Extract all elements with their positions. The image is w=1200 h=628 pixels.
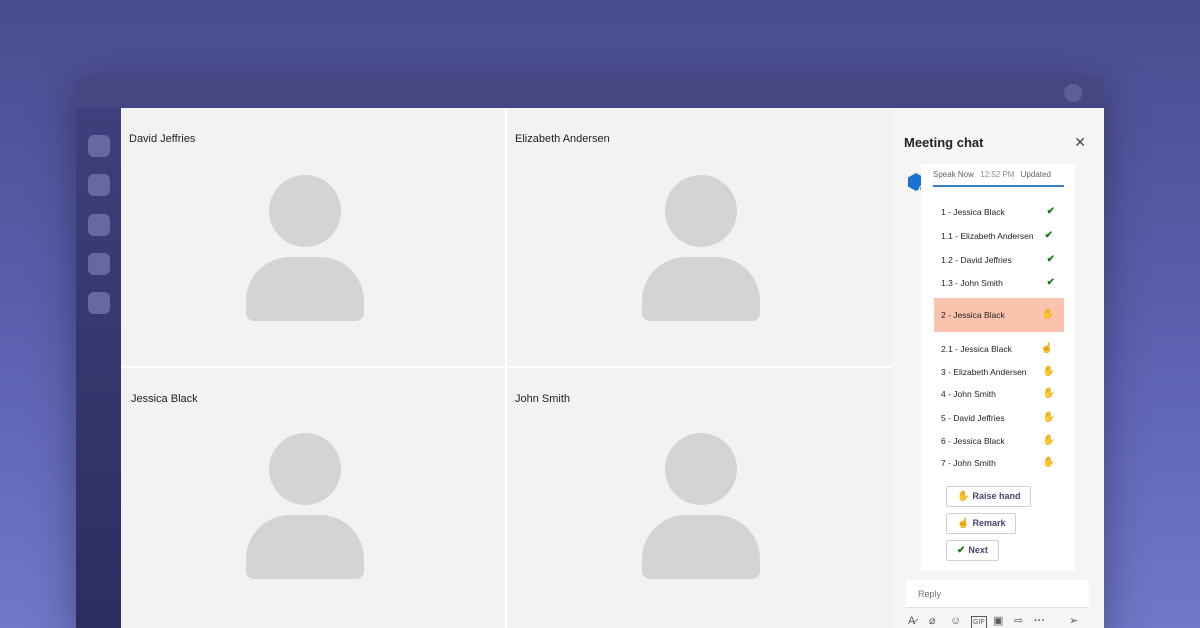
queue-item: 3 - Elizabeth Andersen ✋ (934, 361, 1065, 383)
avatar-placeholder-body (246, 515, 364, 579)
remark-button[interactable]: ☝ Remark (946, 513, 1017, 534)
participant-tile[interactable]: Elizabeth Andersen (507, 108, 891, 366)
card-header: Speak Now 12:52 PM Updated (933, 170, 1051, 179)
queue-item-label: 7 - John Smith (941, 458, 996, 468)
queue-item: 4 - John Smith ✋ (934, 383, 1065, 405)
compose-toolbar: A̷ ⌀ ☺ GIF ▣ ⇨ ··· ➢ (906, 609, 1089, 628)
avatar-placeholder-icon (665, 175, 737, 247)
rail-chat-icon[interactable] (88, 174, 110, 196)
raised-hand-icon: ✋ (1041, 309, 1054, 320)
participant-tile[interactable]: Jessica Black (121, 368, 505, 628)
chat-title: Meeting chat (904, 135, 984, 150)
rail-calls-icon[interactable] (88, 292, 110, 314)
raised-hand-icon: ✋ (957, 491, 970, 502)
raised-hand-icon: ✋ (1042, 457, 1055, 468)
attach-icon[interactable]: ⌀ (929, 615, 936, 627)
close-icon[interactable]: ✕ (1074, 135, 1086, 149)
pointing-hand-icon: ☝ (957, 518, 970, 529)
queue-item: 5 - David Jeffries ✋ (934, 407, 1065, 429)
rail-activity-icon[interactable] (88, 135, 110, 157)
queue-item-label: 3 - Elizabeth Andersen (941, 367, 1027, 377)
raise-hand-button[interactable]: ✋ Raise hand (946, 486, 1032, 507)
avatar-placeholder-icon (665, 433, 737, 505)
raised-hand-icon: ✋ (1042, 435, 1055, 446)
queue-item-label: 6 - Jessica Black (941, 436, 1005, 446)
checkmark-icon: ✔ (1046, 277, 1055, 288)
queue-item: 1 - Jessica Black ✔ (934, 201, 1065, 223)
queue-item-label: 1.3 - John Smith (941, 278, 1003, 288)
queue-item: 6 - Jessica Black ✋ (934, 430, 1065, 452)
title-bar (76, 78, 1104, 108)
reply-placeholder: Reply (918, 589, 942, 599)
format-icon[interactable]: A̷ (908, 615, 915, 627)
avatar-placeholder-icon (269, 175, 341, 247)
queue-item: 7 - John Smith ✋ (934, 452, 1065, 474)
pointing-hand-icon: ☝ (1040, 343, 1053, 354)
rail-teams-icon[interactable] (88, 214, 110, 236)
raised-hand-icon: ✋ (1042, 366, 1055, 377)
queue-item-label: 5 - David Jeffries (941, 413, 1005, 423)
checkmark-icon: ✔ (1046, 206, 1055, 217)
card-time: 12:52 PM (980, 170, 1015, 179)
more-icon[interactable]: ··· (1034, 615, 1045, 627)
checkmark-icon: ✔ (957, 545, 966, 556)
queue-item-label: 1 - Jessica Black (941, 207, 1005, 217)
speak-now-card: Speak Now 12:52 PM Updated 1 - Jessica B… (921, 164, 1075, 570)
card-status: Updated (1020, 170, 1051, 179)
remark-label: Remark (972, 518, 1006, 528)
reply-input[interactable]: Reply (906, 580, 1089, 608)
avatar-placeholder-body (642, 515, 760, 579)
queue-item: 1.2 - David Jeffries ✔ (934, 249, 1065, 271)
queue-item: 2.1 - Jessica Black ☝ (934, 338, 1065, 360)
queue-item-label: 1.1 - Elizabeth Andersen (941, 231, 1034, 241)
send-icon[interactable]: ➢ (1069, 615, 1078, 627)
participant-name: David Jeffries (129, 133, 196, 145)
app-rail (76, 108, 121, 628)
rail-calendar-icon[interactable] (88, 253, 110, 275)
avatar-placeholder-body (246, 257, 364, 321)
queue-item-label: 2.1 - Jessica Black (941, 344, 1012, 354)
teams-window: David Jeffries Elizabeth Andersen Jessic… (76, 78, 1104, 628)
card-divider (933, 185, 1064, 187)
checkmark-icon: ✔ (1046, 254, 1055, 265)
next-button[interactable]: ✔ Next (946, 540, 999, 561)
profile-avatar[interactable] (1064, 84, 1082, 102)
queue-item-label: 4 - John Smith (941, 389, 996, 399)
gif-icon[interactable]: GIF (971, 616, 987, 628)
card-sender: Speak Now (933, 170, 974, 179)
sticker-icon[interactable]: ▣ (993, 615, 1003, 627)
raise-hand-label: Raise hand (972, 491, 1021, 501)
loop-icon[interactable]: ⇨ (1014, 615, 1023, 627)
queue-item-label: 2 - Jessica Black (941, 310, 1005, 320)
avatar-placeholder-icon (269, 433, 341, 505)
raised-hand-icon: ✋ (1042, 388, 1055, 399)
participant-name: Jessica Black (131, 393, 198, 405)
meeting-chat-panel: Meeting chat ✕ Speak Now 12:52 PM Update… (891, 108, 1104, 628)
queue-item: 1.3 - John Smith ✔ (934, 272, 1065, 294)
participant-name: John Smith (515, 393, 571, 405)
avatar-placeholder-body (642, 257, 760, 321)
emoji-icon[interactable]: ☺ (950, 615, 961, 627)
queue-item-active: 2 - Jessica Black ✋ (934, 298, 1064, 332)
participant-tile[interactable]: John Smith (507, 368, 891, 628)
queue-item: 1.1 - Elizabeth Andersen ✔ (934, 225, 1065, 247)
participant-name: Elizabeth Andersen (515, 133, 610, 145)
checkmark-icon: ✔ (1044, 230, 1053, 241)
raised-hand-icon: ✋ (1042, 412, 1055, 423)
video-grid: David Jeffries Elizabeth Andersen Jessic… (121, 108, 891, 628)
next-label: Next (968, 545, 988, 555)
queue-item-label: 1.2 - David Jeffries (941, 255, 1012, 265)
participant-tile[interactable]: David Jeffries (121, 108, 505, 366)
